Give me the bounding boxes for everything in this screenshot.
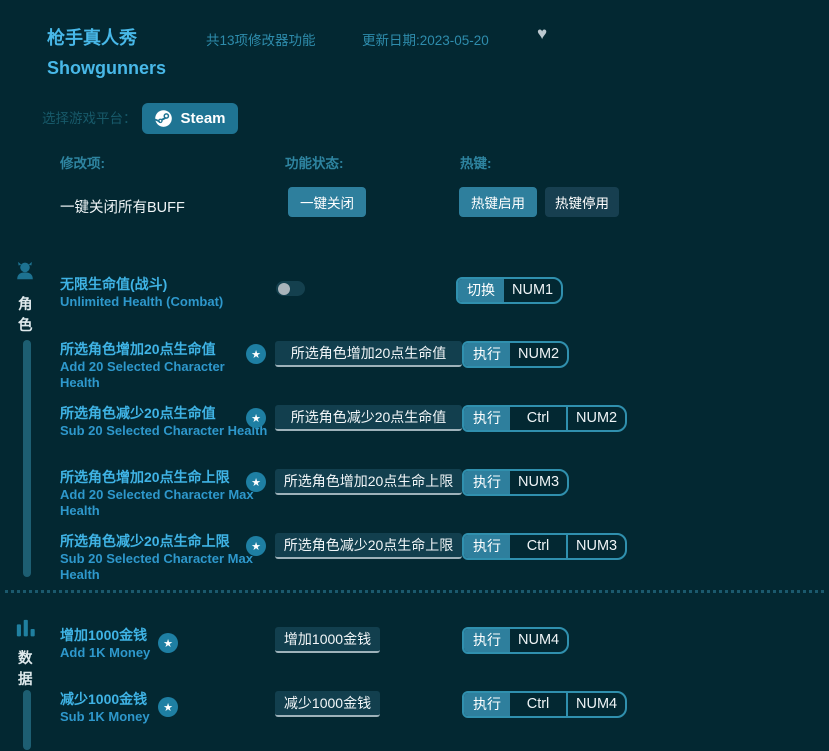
- hotkey-key[interactable]: NUM4: [510, 629, 567, 652]
- steam-platform-button[interactable]: Steam: [142, 103, 238, 134]
- column-header-hotkey: 热键:: [460, 152, 492, 172]
- hotkey-action-button[interactable]: 执行: [464, 471, 510, 494]
- hotkey-chip: 执行 Ctrl NUM3: [462, 533, 627, 560]
- hotkey-key[interactable]: Ctrl: [510, 407, 566, 430]
- trainer-row: 无限生命值(战斗) Unlimited Health (Combat) 切换 N…: [60, 276, 680, 336]
- update-date: 更新日期:2023-05-20: [362, 29, 489, 49]
- section-label-char: 数: [18, 647, 33, 668]
- hotkey-enable-button[interactable]: 热键启用: [459, 187, 537, 217]
- platform-select-label: 选择游戏平台：: [42, 107, 137, 127]
- cheat-name-cn: 所选角色减少20点生命值: [60, 405, 268, 422]
- execute-field-button[interactable]: 所选角色增加20点生命上限: [275, 469, 462, 495]
- hotkey-key[interactable]: NUM2: [510, 343, 567, 366]
- star-icon[interactable]: ★: [246, 536, 266, 556]
- hotkey-key[interactable]: NUM1: [504, 279, 561, 302]
- section-label-char: 色: [18, 314, 33, 335]
- execute-field-button[interactable]: 所选角色增加20点生命值: [275, 341, 462, 367]
- game-title-en: Showgunners: [47, 58, 166, 79]
- close-all-buff-label: 一键关闭所有BUFF: [60, 196, 185, 217]
- column-header-status: 功能状态:: [285, 152, 344, 172]
- hotkey-action-button[interactable]: 执行: [464, 693, 510, 716]
- hotkey-action-button[interactable]: 执行: [464, 343, 510, 366]
- hotkey-action-button[interactable]: 切换: [458, 279, 504, 302]
- hotkey-key[interactable]: Ctrl: [510, 693, 566, 716]
- cheat-name-cn: 所选角色增加20点生命值: [60, 341, 268, 358]
- cheat-name-en: Sub 20 Selected Character Health: [60, 423, 268, 439]
- hotkey-key[interactable]: Ctrl: [510, 535, 566, 558]
- hotkey-chip: 切换 NUM1: [456, 277, 563, 304]
- cheat-name-cn: 所选角色增加20点生命上限: [60, 469, 268, 486]
- data-icon: [15, 618, 37, 640]
- hotkey-chip: 执行 NUM2: [462, 341, 569, 368]
- trainer-row: 所选角色减少20点生命值 Sub 20 Selected Character H…: [60, 405, 680, 465]
- feature-count: 共13项修改器功能: [206, 29, 316, 49]
- section-scroll-bar[interactable]: [23, 690, 31, 750]
- hotkey-key[interactable]: NUM4: [566, 693, 625, 716]
- cheat-name-cn: 无限生命值(战斗): [60, 276, 268, 293]
- execute-field-button[interactable]: 所选角色减少20点生命值: [275, 405, 462, 431]
- game-title-cn: 枪手真人秀: [47, 24, 137, 50]
- trainer-row: 增加1000金钱 Add 1K Money ★ 增加1000金钱 执行 NUM4: [60, 627, 680, 687]
- execute-field-button[interactable]: 增加1000金钱: [275, 627, 380, 653]
- close-all-button[interactable]: 一键关闭: [288, 187, 366, 217]
- hotkey-key[interactable]: NUM2: [566, 407, 625, 430]
- toggle-knob: [278, 283, 290, 295]
- cheat-name-en: Add 20 Selected Character Max Health: [60, 487, 268, 519]
- hotkey-chip: 执行 Ctrl NUM2: [462, 405, 627, 432]
- trainer-row: 减少1000金钱 Sub 1K Money ★ 减少1000金钱 执行 Ctrl…: [60, 691, 680, 751]
- hotkey-key[interactable]: NUM3: [566, 535, 625, 558]
- cheat-name-en: Add 20 Selected Character Health: [60, 359, 268, 391]
- hotkey-action-button[interactable]: 执行: [464, 407, 510, 430]
- steam-icon: [154, 109, 173, 128]
- steam-label: Steam: [180, 110, 225, 127]
- execute-field-button[interactable]: 减少1000金钱: [275, 691, 380, 717]
- favorite-heart-icon[interactable]: ♥: [537, 25, 547, 42]
- section-label-char: 角: [18, 293, 33, 314]
- star-icon[interactable]: ★: [246, 408, 266, 428]
- star-icon[interactable]: ★: [158, 697, 178, 717]
- section-scroll-bar[interactable]: [23, 340, 31, 577]
- hotkey-chip: 执行 NUM3: [462, 469, 569, 496]
- section-divider: [5, 590, 824, 593]
- character-icon: [14, 260, 36, 282]
- hotkey-action-button[interactable]: 执行: [464, 535, 510, 558]
- column-header-modifier: 修改项:: [60, 152, 105, 172]
- cheat-name-en: Unlimited Health (Combat): [60, 294, 268, 310]
- trainer-row: 所选角色增加20点生命上限 Add 20 Selected Character …: [60, 469, 680, 529]
- star-icon[interactable]: ★: [158, 633, 178, 653]
- execute-field-button[interactable]: 所选角色减少20点生命上限: [275, 533, 462, 559]
- star-icon[interactable]: ★: [246, 472, 266, 492]
- cheat-name-en: Sub 20 Selected Character Max Health: [60, 551, 268, 583]
- section-label-char: 据: [18, 668, 33, 689]
- hotkey-action-button[interactable]: 执行: [464, 629, 510, 652]
- trainer-row: 所选角色减少20点生命上限 Sub 20 Selected Character …: [60, 533, 680, 593]
- hotkey-chip: 执行 NUM4: [462, 627, 569, 654]
- trainer-row: 所选角色增加20点生命值 Add 20 Selected Character H…: [60, 341, 680, 401]
- section-character: 角 色 无限生命值(战斗) Unlimited Health (Combat) …: [0, 256, 829, 586]
- section-data: 数 据 增加1000金钱 Add 1K Money ★ 增加1000金钱 执行 …: [0, 610, 829, 733]
- hotkey-key[interactable]: NUM3: [510, 471, 567, 494]
- cheat-name-cn: 所选角色减少20点生命上限: [60, 533, 268, 550]
- star-icon[interactable]: ★: [246, 344, 266, 364]
- hotkey-disable-button[interactable]: 热键停用: [545, 187, 619, 217]
- hotkey-chip: 执行 Ctrl NUM4: [462, 691, 627, 718]
- toggle-switch[interactable]: [276, 281, 305, 296]
